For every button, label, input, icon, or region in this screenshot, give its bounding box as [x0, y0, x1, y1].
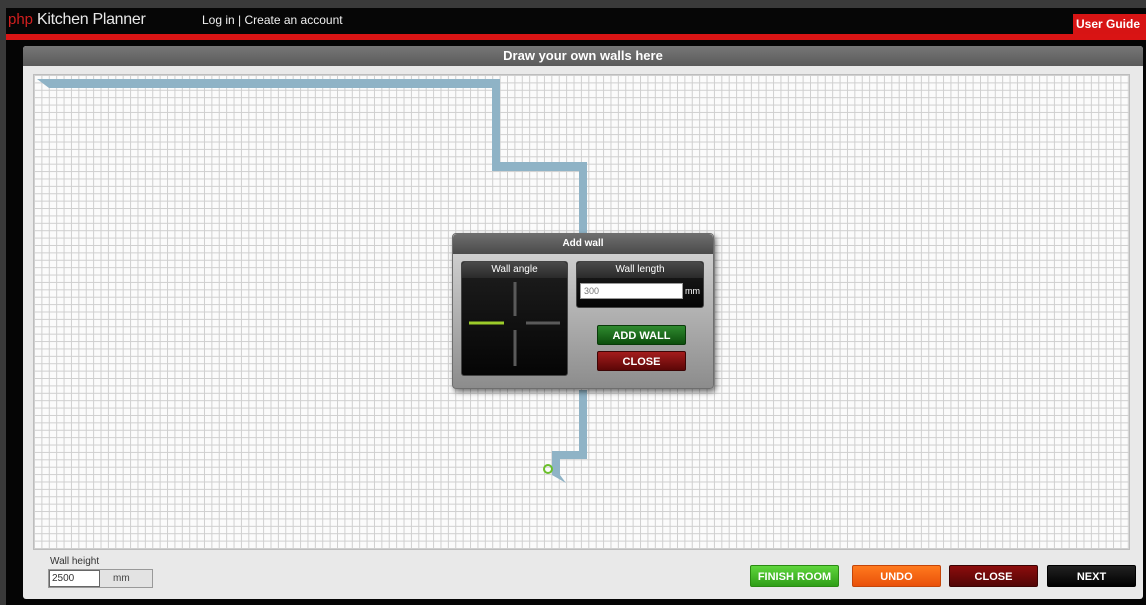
next-button[interactable]: NEXT	[1047, 565, 1136, 587]
login-link[interactable]: Log in	[202, 13, 235, 27]
angle-compass	[469, 282, 560, 366]
top-bar: php Kitchen Planner Log in | Create an ac…	[6, 8, 1146, 34]
finish-room-button[interactable]: FINISH ROOM	[750, 565, 839, 587]
undo-button[interactable]: UNDO	[852, 565, 941, 587]
wall-angle-selector: Wall angle	[461, 261, 568, 376]
add-wall-dialog: Add wall Wall angle Wall length mm ADD W…	[452, 233, 714, 389]
brand-mark: php	[8, 11, 34, 28]
wall-height-label: Wall height	[50, 556, 100, 567]
close-button[interactable]: CLOSE	[949, 565, 1038, 587]
wall-segment-vertical-1	[492, 79, 500, 169]
wall-height-unit: mm	[113, 573, 130, 584]
panel-title: Draw your own walls here	[23, 46, 1143, 66]
auth-separator: |	[238, 13, 242, 27]
wall-height-group: mm	[48, 569, 153, 588]
header-divider	[6, 34, 1146, 40]
wall-segment-horizontal-2	[492, 162, 587, 171]
wall-length-unit: mm	[685, 286, 700, 296]
draw-cursor-icon[interactable]	[543, 464, 553, 474]
auth-links: Log in | Create an account	[202, 13, 343, 27]
close-dialog-button[interactable]: CLOSE	[597, 351, 686, 371]
kitchen-planner-app: php Kitchen Planner Log in | Create an ac…	[6, 8, 1146, 605]
add-wall-button[interactable]: ADD WALL	[597, 325, 686, 345]
wall-length-input[interactable]	[580, 283, 683, 299]
app-logo: php Kitchen Planner	[8, 11, 146, 29]
app-title: Kitchen Planner	[37, 11, 146, 28]
create-account-link[interactable]: Create an account	[245, 13, 343, 27]
wall-segment-top	[37, 79, 500, 88]
wall-height-input[interactable]	[49, 570, 100, 587]
wall-angle-label: Wall angle	[462, 262, 567, 278]
user-guide-button[interactable]: User Guide	[1073, 14, 1146, 34]
wall-length-label: Wall length	[577, 262, 703, 278]
dialog-title: Add wall	[453, 234, 713, 254]
wall-length-box: Wall length mm	[576, 261, 704, 308]
wall-segment-vertical-3	[579, 390, 587, 459]
